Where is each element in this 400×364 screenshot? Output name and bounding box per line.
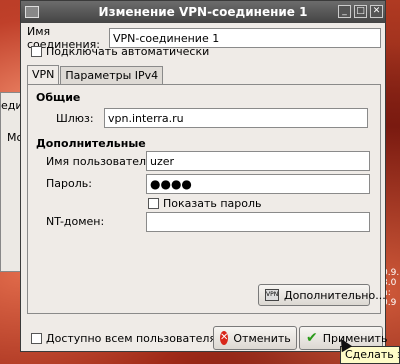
gateway-label: Шлюз:	[56, 112, 94, 125]
tab-ipv4-settings[interactable]: Параметры IPv4	[60, 66, 164, 85]
vpn-settings-icon: VPN	[265, 289, 279, 301]
general-heading: Общие	[36, 91, 81, 104]
password-input[interactable]	[146, 174, 370, 194]
autoconnect-label: Подключать автоматически	[46, 45, 210, 58]
available-all-label: Доступно всем пользователям	[46, 332, 225, 345]
username-input[interactable]	[146, 151, 370, 171]
autoconnect-row[interactable]: Подключать автоматически	[31, 45, 209, 58]
vpn-tab-panel: Общие Шлюз: Дополнительные Имя пользоват…	[27, 84, 386, 314]
available-all-checkbox[interactable]	[31, 333, 42, 344]
tab-vpn[interactable]: VPN	[27, 65, 60, 85]
apply-button-label: Применить	[322, 331, 388, 345]
title-bar[interactable]: Изменение VPN-соединение 1 _ □ ✕	[21, 1, 385, 23]
vpn-edit-dialog: Изменение VPN-соединение 1 _ □ ✕ Имя сое…	[20, 0, 388, 352]
username-label: Имя пользователя:	[46, 155, 157, 168]
show-password-row[interactable]: Показать пароль	[148, 197, 262, 210]
advanced-button[interactable]: VPN Дополнительно...	[258, 284, 386, 306]
maximize-icon[interactable]: □	[354, 5, 367, 18]
password-label: Пароль:	[46, 177, 92, 190]
close-icon[interactable]: ✕	[370, 5, 383, 18]
optional-heading: Дополнительные	[36, 137, 146, 150]
cancel-icon: ✕	[220, 331, 229, 345]
tooltip: Сделать эт	[340, 346, 400, 364]
tab-bar: VPN Параметры IPv4	[27, 65, 164, 85]
nt-domain-input[interactable]	[146, 212, 370, 232]
cancel-button[interactable]: ✕ Отменить	[213, 326, 297, 350]
window-title: Изменение VPN-соединение 1	[98, 5, 308, 19]
cancel-button-label: Отменить	[233, 331, 291, 345]
available-all-row[interactable]: Доступно всем пользователям	[31, 332, 224, 345]
advanced-button-label: Дополнительно...	[284, 288, 386, 302]
nt-domain-label: NT-домен:	[46, 215, 105, 228]
gateway-input[interactable]	[104, 108, 368, 128]
show-password-label: Показать пароль	[163, 197, 262, 210]
autoconnect-checkbox[interactable]	[31, 46, 42, 57]
minimize-icon[interactable]: _	[338, 5, 351, 18]
show-password-checkbox[interactable]	[148, 198, 159, 209]
checkmark-icon: ✔	[306, 330, 318, 346]
